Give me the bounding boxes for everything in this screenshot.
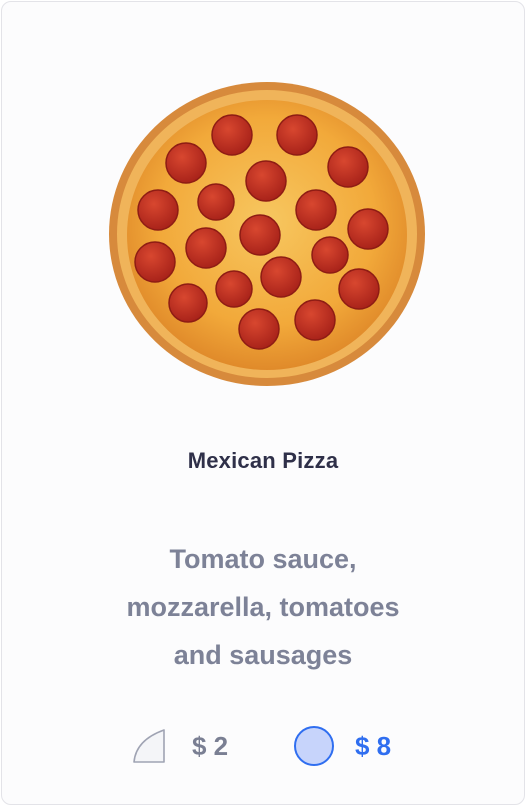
pepperoni-slice [294, 299, 336, 341]
size-options: $ 2 $ 8 [2, 722, 524, 770]
product-description: Tomato sauce, mozzarella, tomatoes and s… [2, 535, 524, 679]
description-line: Tomato sauce, [169, 544, 357, 574]
pepperoni-slice [327, 146, 369, 188]
pepperoni-slice [137, 189, 179, 231]
pepperoni-slice [276, 114, 318, 156]
pizza-slice-icon [133, 729, 165, 763]
pizza-image [109, 82, 425, 386]
description-line: and sausages [173, 640, 353, 670]
pepperoni-slice [238, 308, 280, 350]
pepperoni-slice [239, 214, 281, 256]
pepperoni-slice [245, 160, 287, 202]
pepperoni-slice [338, 268, 380, 310]
pepperoni-slice [134, 241, 176, 283]
whole-price: $ 8 [355, 730, 392, 761]
pepperoni-slice [347, 208, 389, 250]
slice-option[interactable]: $ 2 [130, 722, 228, 770]
pepperoni-slice [211, 114, 253, 156]
pepperoni-slice [215, 270, 253, 308]
description-line: mozzarella, tomatoes [126, 592, 400, 622]
pepperoni-slice [197, 183, 235, 221]
whole-pizza-icon [294, 726, 334, 766]
product-card: Mexican Pizza Tomato sauce, mozzarella, … [1, 1, 525, 805]
pepperoni-slice [260, 256, 302, 298]
pepperoni-slice [165, 142, 207, 184]
pepperoni-slice [185, 227, 227, 269]
pepperoni-slice [295, 189, 337, 231]
product-title: Mexican Pizza [187, 448, 339, 473]
whole-option[interactable]: $ 8 [293, 722, 391, 770]
pepperoni-slice [311, 236, 349, 274]
slice-price: $ 2 [192, 730, 229, 761]
pepperoni-slice [168, 283, 208, 323]
